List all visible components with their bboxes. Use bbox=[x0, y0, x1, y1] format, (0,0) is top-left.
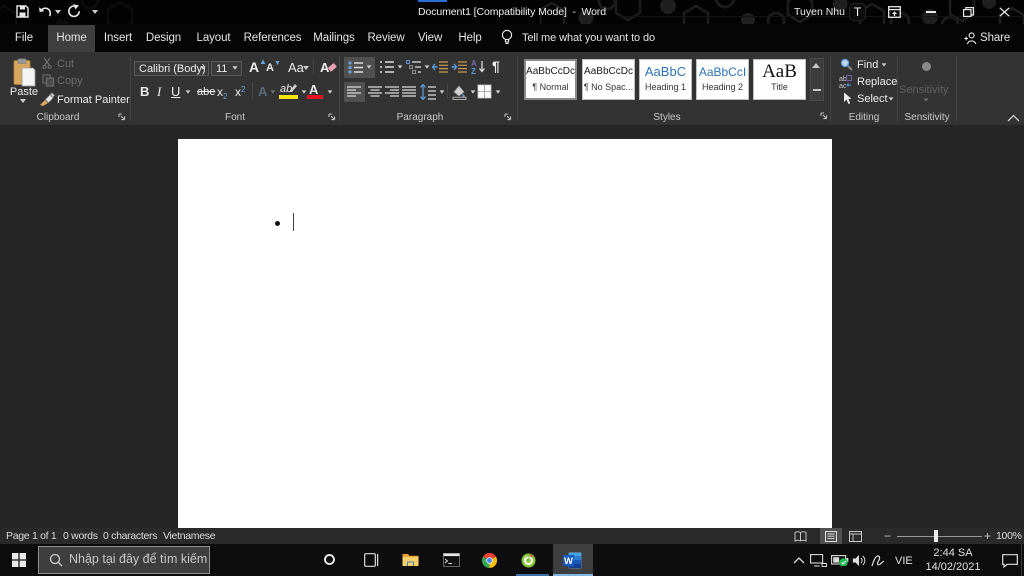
svg-text:Z: Z bbox=[471, 67, 476, 75]
svg-text:W: W bbox=[564, 556, 573, 567]
svg-text:ab: ab bbox=[839, 76, 847, 83]
svg-text:ac: ac bbox=[839, 83, 847, 88]
